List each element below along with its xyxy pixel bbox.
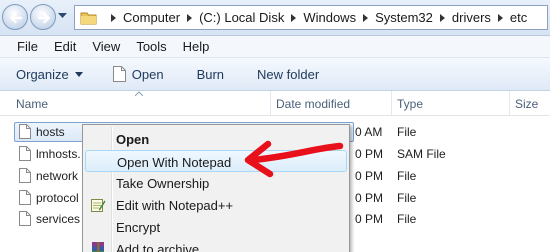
organize-label: Organize — [16, 66, 69, 82]
open-button[interactable]: Open — [112, 66, 164, 82]
breadcrumb[interactable]: Computer (C:) Local Disk Windows System3… — [74, 5, 548, 30]
menu-tools[interactable]: Tools — [136, 39, 166, 54]
forward-button[interactable] — [30, 4, 56, 30]
document-icon — [19, 211, 31, 226]
document-icon — [19, 168, 31, 183]
menu-item-label: Encrypt — [116, 220, 161, 235]
file-date: 0 PM — [355, 191, 384, 205]
menu-item-encrypt[interactable]: Encrypt — [85, 216, 347, 238]
file-date: 0 PM — [355, 169, 384, 183]
breadcrumb-local-disk[interactable]: (C:) Local Disk — [199, 10, 284, 25]
recent-pages-dropdown-icon[interactable] — [58, 13, 67, 19]
column-header: Name Date modified Type Size — [0, 91, 550, 116]
breadcrumb-separator-icon[interactable] — [363, 13, 369, 22]
menu-view[interactable]: View — [92, 39, 120, 54]
column-size[interactable]: Size — [515, 97, 538, 111]
file-name: services — [36, 212, 81, 226]
command-bar: Organize Open Burn New folder — [0, 58, 550, 91]
back-button[interactable] — [2, 4, 28, 30]
forward-arrow-icon — [37, 12, 51, 24]
notepad-plus-plus-icon — [91, 199, 106, 212]
menu-item-label: Open With Notepad — [117, 155, 232, 170]
file-type: SAM File — [397, 147, 446, 161]
breadcrumb-system32[interactable]: System32 — [375, 10, 433, 25]
column-name[interactable]: Name — [16, 97, 48, 111]
sort-ascending-icon — [135, 91, 143, 96]
breadcrumb-windows[interactable]: Windows — [303, 10, 356, 25]
menu-bar: File Edit View Tools Help — [0, 36, 550, 58]
file-date: 0 PM — [355, 147, 384, 161]
back-arrow-icon — [9, 12, 23, 24]
breadcrumb-separator-icon[interactable] — [111, 13, 116, 22]
organize-button[interactable]: Organize — [16, 67, 83, 82]
document-icon — [19, 146, 31, 161]
menu-item-label: Edit with Notepad++ — [116, 198, 234, 213]
menu-item-label: Open — [116, 132, 150, 147]
breadcrumb-drivers[interactable]: drivers — [452, 10, 491, 25]
document-icon — [112, 66, 126, 82]
file-date: 0 PM — [355, 212, 384, 226]
open-label: Open — [131, 66, 164, 82]
column-divider[interactable] — [270, 91, 271, 115]
file-type: File — [397, 169, 417, 183]
menu-file[interactable]: File — [17, 39, 38, 54]
menu-help[interactable]: Help — [183, 39, 210, 54]
folder-icon — [80, 12, 97, 24]
winrar-archive-icon — [92, 242, 104, 252]
file-name: network — [36, 169, 79, 183]
breadcrumb-separator-icon[interactable] — [291, 13, 297, 22]
breadcrumb-separator-icon[interactable] — [439, 13, 445, 22]
menu-item-label: Take Ownership — [116, 176, 210, 191]
file-type: File — [397, 191, 417, 205]
column-date-modified[interactable]: Date modified — [276, 97, 350, 111]
document-icon — [19, 190, 31, 205]
red-annotation-arrow — [244, 140, 344, 178]
file-name: hosts — [36, 125, 65, 139]
column-divider[interactable] — [509, 91, 510, 115]
file-date: 0 AM — [355, 125, 383, 139]
file-name: lmhosts. — [36, 147, 81, 161]
burn-button[interactable]: Burn — [197, 67, 224, 82]
file-type: File — [397, 125, 417, 139]
column-divider[interactable] — [391, 91, 392, 115]
menu-item-add-to-archive[interactable]: Add to archive... — [85, 238, 347, 252]
breadcrumb-etc[interactable]: etc — [510, 10, 527, 25]
column-type[interactable]: Type — [397, 97, 423, 111]
breadcrumb-computer[interactable]: Computer — [123, 10, 180, 25]
menu-edit[interactable]: Edit — [54, 39, 76, 54]
breadcrumb-separator-icon[interactable] — [497, 13, 503, 22]
chevron-down-icon — [74, 71, 83, 77]
menu-item-label: Add to archive... — [116, 242, 210, 252]
new-folder-button[interactable]: New folder — [257, 67, 319, 82]
breadcrumb-separator-icon[interactable] — [187, 13, 193, 22]
address-bar: Computer (C:) Local Disk Windows System3… — [0, 0, 550, 36]
menu-item-edit-with-notepad-plus-plus[interactable]: Edit with Notepad++ — [85, 194, 347, 216]
file-name: protocol — [36, 191, 79, 205]
file-type: File — [397, 212, 417, 226]
document-icon — [19, 124, 31, 139]
